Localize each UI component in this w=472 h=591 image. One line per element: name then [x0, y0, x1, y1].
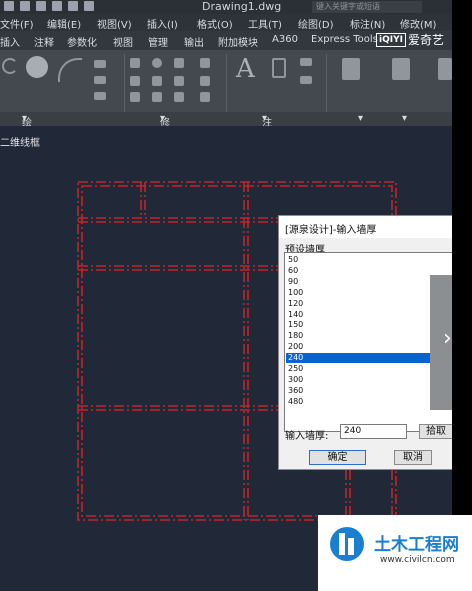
ok-button[interactable]: 确定 [309, 450, 366, 465]
menu-item[interactable]: 修改(M) [400, 16, 436, 31]
insert-block-icon[interactable] [392, 58, 410, 80]
gradient-tool-icon[interactable] [94, 92, 106, 100]
iqiyi-logo: iQIYI [376, 32, 406, 47]
panel-dropdown-block[interactable]: ▾ [402, 113, 407, 124]
redo-icon[interactable] [84, 1, 94, 11]
layer-properties-icon[interactable] [342, 58, 360, 80]
ribbon-panel-titles: 绘图 ▾ 修改 ▾ 注释 ▾ ▾ ▾ [0, 112, 472, 144]
panel-title-annotation[interactable]: 注释 ▾ [262, 113, 272, 144]
open-file-icon[interactable] [20, 1, 30, 11]
document-title: Drawing1.dwg [202, 0, 282, 13]
fillet-tool-icon[interactable] [174, 76, 184, 86]
save-icon[interactable] [36, 1, 46, 11]
circle-tool-icon[interactable] [26, 56, 48, 78]
pick-button[interactable]: 拾取 [419, 424, 453, 439]
print-icon[interactable] [52, 1, 62, 11]
thickness-input[interactable]: 240 [340, 424, 407, 439]
menu-item[interactable]: 绘图(D) [298, 16, 334, 31]
new-file-icon[interactable] [4, 1, 14, 11]
ribbon-tab[interactable]: 附加模块 [218, 34, 258, 49]
thickness-label: 输入墙厚: [285, 431, 329, 442]
arc-tool-icon[interactable] [58, 58, 82, 82]
array-tool-icon[interactable] [174, 92, 184, 102]
stretch-tool-icon[interactable] [130, 92, 140, 102]
thickness-option[interactable]: 50 [286, 255, 464, 265]
video-letterbox [452, 0, 472, 591]
panel-title-modify[interactable]: 修改 ▾ [160, 113, 170, 144]
copy-tool-icon[interactable] [130, 76, 140, 86]
panel-title-draw[interactable]: 绘图 ▾ [22, 113, 32, 144]
menu-item[interactable]: 插入(I) [147, 16, 178, 31]
watermark-url: www.civilcn.com [380, 555, 455, 565]
undo-icon[interactable] [68, 1, 78, 11]
next-arrow-icon[interactable]: › [443, 326, 452, 351]
text-tool-icon[interactable]: A [236, 54, 255, 84]
trim-tool-icon[interactable] [174, 58, 184, 68]
menu-item[interactable]: 文件(F) [0, 16, 34, 31]
menu-bar: 文件(F) 编辑(E) 视图(V) 插入(I) 格式(O) 工具(T) 绘图(D) 标注(N)… [0, 14, 472, 31]
search-input[interactable]: 键入关键字或短语 [312, 1, 422, 13]
mirror-tool-icon[interactable] [152, 76, 162, 86]
dimension-tool-icon[interactable] [272, 58, 286, 78]
leader-tool-icon[interactable] [300, 58, 312, 66]
site-watermark: 土木工程网 www.civilcn.com [318, 515, 472, 591]
erase-tool-icon[interactable] [200, 58, 210, 68]
menu-item[interactable]: 视图(V) [97, 16, 132, 31]
hatch-tool-icon[interactable] [94, 76, 106, 84]
ribbon-tab[interactable]: 管理 [148, 34, 168, 49]
video-watermark: iQIYI 爱奇艺 [376, 30, 444, 49]
quick-access-toolbar[interactable] [4, 1, 94, 11]
ribbon-tab[interactable]: Express Tools [311, 34, 378, 45]
properties-icon[interactable] [438, 58, 452, 80]
panel-dropdown-layers[interactable]: ▾ [358, 113, 363, 124]
dialog-title: [源泉设计]-输入墙厚 [285, 225, 377, 236]
rotate-tool-icon[interactable] [152, 58, 162, 68]
dialog-title-bar[interactable]: [源泉设计]-输入墙厚 ✕ [279, 216, 472, 238]
menu-item[interactable]: 工具(T) [248, 16, 282, 31]
menu-item[interactable]: 标注(N) [350, 16, 385, 31]
watermark-name: 土木工程网 [374, 535, 459, 555]
scale-tool-icon[interactable] [152, 92, 162, 102]
iqiyi-name: 爱奇艺 [407, 33, 444, 47]
explode-tool-icon[interactable] [200, 76, 210, 86]
ribbon-tab[interactable]: 视图 [113, 34, 133, 49]
ribbon-tab[interactable]: A360 [272, 34, 298, 45]
move-tool-icon[interactable] [130, 58, 140, 68]
cancel-button[interactable]: 取消 [394, 450, 432, 465]
table-tool-icon[interactable] [300, 76, 312, 84]
ribbon-panel: A [0, 50, 472, 112]
ribbon-tab[interactable]: 参数化 [67, 34, 97, 49]
ribbon-tab[interactable]: 插入 [0, 34, 20, 49]
title-bar: Drawing1.dwg 键入关键字或短语 [0, 0, 472, 14]
civilcn-logo-icon [330, 527, 364, 561]
ribbon-tab[interactable]: 注释 [34, 34, 54, 49]
menu-item[interactable]: 格式(O) [197, 16, 233, 31]
offset-tool-icon[interactable] [200, 92, 210, 102]
rectangle-tool-icon[interactable] [94, 60, 106, 68]
line-tool-icon[interactable] [2, 58, 18, 74]
ribbon-tab[interactable]: 输出 [184, 34, 204, 49]
menu-item[interactable]: 编辑(E) [47, 16, 81, 31]
